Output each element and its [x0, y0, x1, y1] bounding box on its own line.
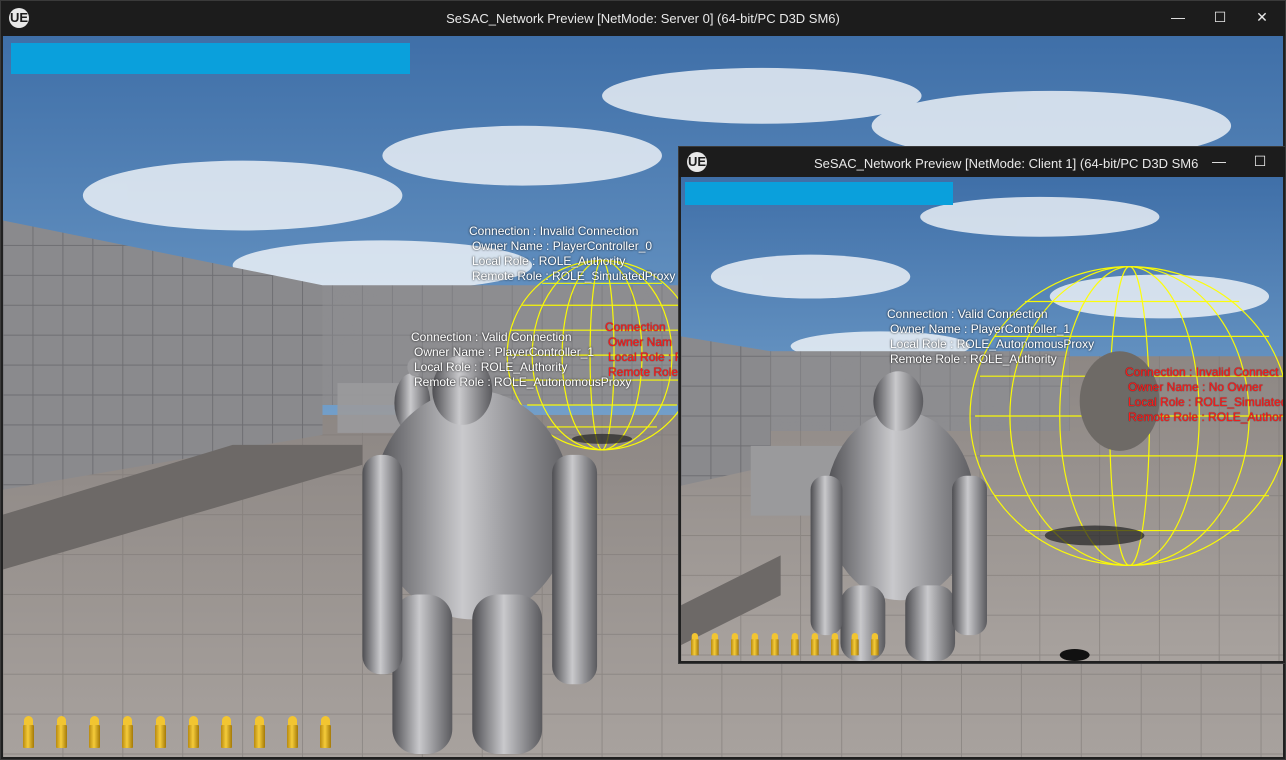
bullet-icon — [23, 716, 34, 748]
client-title-bar[interactable]: UE SeSAC_Network Preview [NetMode: Clien… — [679, 147, 1285, 177]
unreal-logo-icon: UE — [687, 152, 707, 172]
client-health-bar — [685, 182, 953, 205]
server-ammo-counter — [23, 716, 331, 748]
debug-remote-role: Remote Role — [608, 365, 679, 379]
debug-local-role: Local Role : ROLE_Simulated — [1128, 395, 1283, 409]
bullet-icon — [254, 716, 265, 748]
close-icon[interactable]: ✕ — [1247, 6, 1277, 28]
bullet-icon — [56, 716, 67, 748]
bullet-icon — [287, 716, 298, 748]
debug-connection: Connection : Invalid Connection — [469, 224, 639, 238]
debug-connection: Connection — [605, 320, 666, 334]
bullet-icon — [221, 716, 232, 748]
server-title-bar[interactable]: UE SeSAC_Network Preview [NetMode: Serve… — [1, 1, 1285, 36]
debug-connection: Connection : Invalid Connect — [1125, 365, 1279, 379]
client-window[interactable]: UE SeSAC_Network Preview [NetMode: Clien… — [678, 146, 1286, 664]
debug-owner: Owner Name : PlayerController_1 — [890, 322, 1071, 336]
server-debug-rock: Connection Owner Nam Local Role : R Remo… — [605, 320, 683, 380]
bullet-icon — [155, 716, 166, 748]
debug-local-role: Local Role : ROLE_Authority — [414, 360, 568, 374]
bullet-icon — [320, 716, 331, 748]
client-game-viewport[interactable]: Connection : Valid Connection Owner Name… — [681, 177, 1283, 661]
minimize-icon[interactable]: — — [1163, 6, 1193, 28]
server-window-title: SeSAC_Network Preview [NetMode: Server 0… — [446, 11, 840, 26]
bullet-icon — [811, 633, 819, 656]
debug-connection: Connection : Valid Connection — [411, 330, 572, 344]
maximize-icon[interactable]: ☐ — [1245, 150, 1275, 172]
debug-local-role: Local Role : ROLE_Authority — [472, 254, 626, 268]
bullet-icon — [89, 716, 100, 748]
debug-owner: Owner Nam — [608, 335, 673, 349]
debug-owner: Owner Name : PlayerController_1 — [414, 345, 595, 359]
client-debug-self: Connection : Valid Connection Owner Name… — [887, 307, 1094, 367]
bullet-icon — [871, 633, 879, 656]
debug-remote-role: Remote Role : ROLE_SimulatedProxy — [472, 269, 676, 283]
bullet-icon — [771, 633, 779, 656]
server-debug-other: Connection : Valid Connection Owner Name… — [411, 330, 631, 390]
bullet-icon — [851, 633, 859, 656]
debug-remote-role: Remote Role : ROLE_AutonomousProxy — [414, 375, 632, 389]
bullet-icon — [691, 633, 699, 656]
client-debug-rock: Connection : Invalid Connect Owner Name … — [1125, 365, 1283, 425]
server-health-bar — [11, 43, 410, 74]
bullet-icon — [831, 633, 839, 656]
debug-owner: Owner Name : PlayerController_0 — [472, 239, 653, 253]
bullet-icon — [711, 633, 719, 656]
client-ammo-counter — [691, 633, 879, 661]
minimize-icon[interactable]: — — [1204, 150, 1234, 172]
debug-owner: Owner Name : No Owner — [1128, 380, 1263, 394]
debug-connection: Connection : Valid Connection — [887, 307, 1048, 321]
debug-remote-role: Remote Role : ROLE_Authority — [890, 352, 1057, 366]
bullet-icon — [731, 633, 739, 656]
maximize-icon[interactable]: ☐ — [1205, 6, 1235, 28]
debug-remote-role: Remote Role : ROLE_Authori — [1128, 410, 1283, 424]
bullet-icon — [751, 633, 759, 656]
bullet-icon — [188, 716, 199, 748]
bullet-icon — [122, 716, 133, 748]
debug-local-role: Local Role : R — [608, 350, 684, 364]
debug-local-role: Local Role : ROLE_AutonomousProxy — [890, 337, 1095, 351]
server-debug-self: Connection : Invalid Connection Owner Na… — [469, 224, 675, 284]
bullet-icon — [791, 633, 799, 656]
